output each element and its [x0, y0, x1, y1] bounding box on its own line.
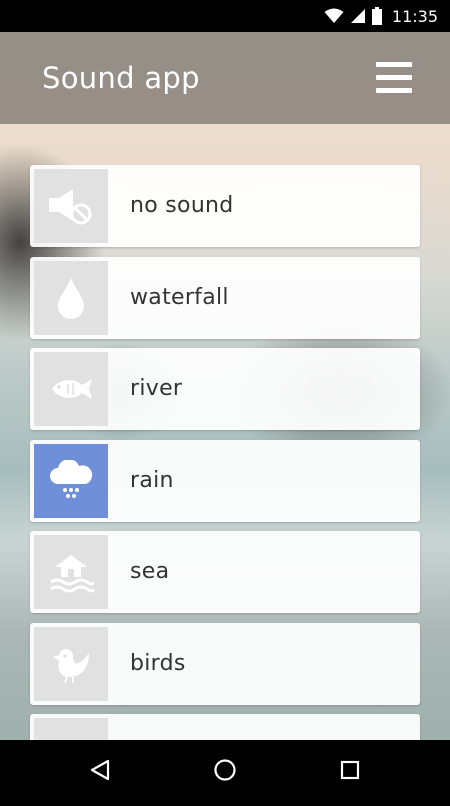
sound-item-rain[interactable]: rain — [30, 439, 420, 522]
sound-item-waterfall[interactable]: waterfall — [30, 256, 420, 339]
icon-box — [34, 352, 108, 426]
icon-box — [34, 443, 108, 518]
muted-speaker-icon — [49, 189, 92, 225]
icon-box — [34, 626, 108, 701]
battery-icon — [371, 7, 382, 25]
sound-label: waterfall — [130, 284, 229, 310]
sound-label: sea — [130, 559, 170, 584]
home-button[interactable] — [205, 750, 245, 790]
sound-item-river[interactable]: river — [30, 348, 420, 430]
rain-cloud-icon — [50, 459, 93, 498]
back-triangle-icon — [90, 759, 110, 781]
status-time: 11:35 — [391, 6, 438, 26]
sound-label: birds — [130, 650, 186, 676]
app-bar: Sound app — [0, 32, 450, 124]
sound-label: river — [130, 376, 183, 401]
wifi-icon — [324, 8, 344, 23]
navigation-bar — [0, 740, 450, 800]
water-drop-icon — [58, 277, 84, 319]
back-button[interactable] — [80, 750, 120, 790]
icon-box — [34, 260, 108, 335]
icon-box — [34, 535, 108, 609]
recents-button[interactable] — [330, 750, 370, 790]
sound-item-sea[interactable]: sea — [30, 531, 420, 613]
beach-hut-waves-icon — [50, 555, 95, 593]
icon-box — [34, 169, 108, 243]
cell-signal-icon — [350, 9, 365, 23]
bird-icon — [53, 648, 89, 683]
sound-item-birds[interactable]: birds — [30, 622, 420, 705]
status-icons: 11:35 — [324, 0, 438, 32]
sound-item-no-sound[interactable]: no sound — [30, 165, 420, 247]
app-title: Sound app — [42, 61, 200, 95]
sound-label: no sound — [130, 193, 234, 218]
hamburger-menu-icon[interactable] — [376, 60, 412, 96]
fish-icon — [52, 379, 92, 399]
recents-square-icon — [340, 760, 360, 780]
status-bar: 11:35 — [0, 0, 450, 32]
home-circle-icon — [214, 759, 236, 781]
sound-label: rain — [130, 467, 174, 493]
sound-list: no sound waterfall river rain sea birds — [30, 165, 420, 806]
